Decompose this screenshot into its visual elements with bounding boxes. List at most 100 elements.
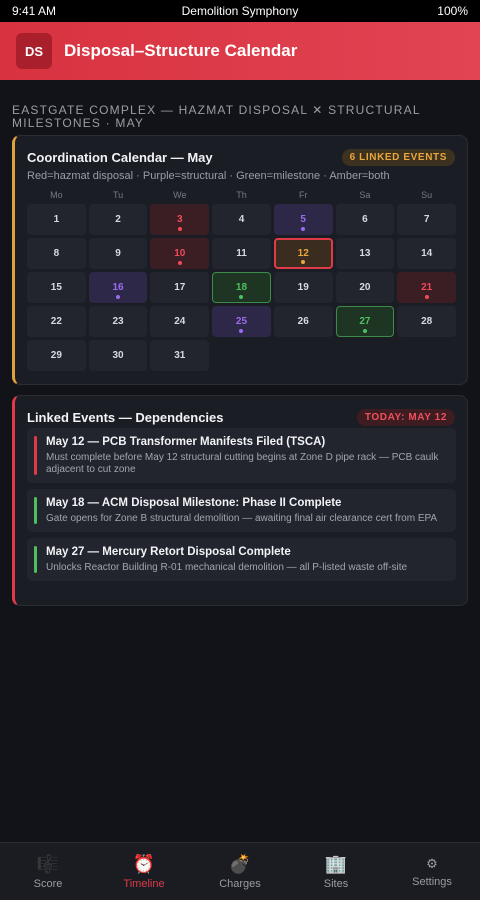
- calendar-day-30[interactable]: 30: [88, 340, 148, 371]
- calendar-day-20[interactable]: 20: [335, 272, 395, 303]
- calendar-day-23[interactable]: 23: [88, 306, 148, 337]
- day-number: 22: [50, 316, 62, 327]
- milestone-marker-dot: [362, 329, 367, 333]
- tab-label: Timeline: [123, 878, 165, 890]
- event-item[interactable]: May 12 — PCB Transformer Manifests Filed…: [27, 428, 456, 483]
- calendar-day-12[interactable]: 12: [273, 238, 333, 269]
- day-number: 13: [359, 248, 371, 259]
- tab-label: Settings: [412, 875, 452, 888]
- event-color-bar: [34, 497, 37, 524]
- calendar-day-7[interactable]: 7: [397, 204, 456, 235]
- day-number: 14: [421, 248, 433, 259]
- event-description: Must complete before May 12 structural c…: [46, 452, 439, 475]
- calendar-day-26[interactable]: 26: [273, 306, 333, 337]
- calendar-day-10[interactable]: 10: [150, 238, 210, 269]
- event-title: May 18 — ACM Disposal Milestone: Phase I…: [46, 497, 342, 509]
- calendar-day-24[interactable]: 24: [150, 306, 210, 337]
- day-number: 11: [236, 248, 247, 259]
- calendar-day-19[interactable]: 19: [273, 272, 333, 303]
- calendar-day-15[interactable]: 15: [27, 272, 86, 303]
- day-number: 29: [50, 350, 62, 361]
- calendar-day-22[interactable]: 22: [27, 306, 86, 337]
- both-marker-dot: [301, 260, 306, 264]
- calendar-day-13[interactable]: 13: [335, 238, 395, 269]
- building-icon: 🏢: [324, 854, 348, 874]
- linked-events-badge: 6 LINKED EVENTS: [341, 148, 455, 166]
- weekday-label: Fr: [298, 190, 308, 200]
- calendar-day-5[interactable]: 5: [273, 204, 333, 235]
- calendar-grid: 1 2 3 4 5 6 7 8 9 10 11 12 13 14 15 16 17 18 19 20 21 22 23 24 2…: [27, 204, 456, 371]
- day-number: 9: [115, 248, 121, 259]
- calendar-day-11[interactable]: 11: [212, 238, 271, 269]
- calendar-day-28[interactable]: 28: [397, 306, 456, 337]
- weekday-label: Su: [421, 190, 433, 200]
- calendar-day-3[interactable]: 3: [150, 204, 210, 235]
- today-badge: TODAY: MAY 12: [356, 408, 455, 426]
- calendar-day-29[interactable]: 29: [27, 340, 86, 371]
- event-item[interactable]: May 27 — Mercury Retort Disposal Complet…: [27, 538, 456, 581]
- tab-bar: 🎼 Score ⏰ Timeline 💣 Charges 🏢 Sites ⚙ Settings: [0, 842, 480, 900]
- tab-score[interactable]: 🎼 Score: [0, 843, 96, 900]
- day-number: 1: [53, 214, 60, 225]
- day-number: 18: [235, 282, 248, 293]
- calendar-legend: Red=hazmat disposal · Purple=structural …: [27, 170, 390, 182]
- calendar-day-2[interactable]: 2: [88, 204, 148, 235]
- day-number: 16: [112, 282, 124, 293]
- event-description: Gate opens for Zone B structural demolit…: [46, 513, 438, 524]
- events-title: Linked Events — Dependencies: [27, 409, 224, 425]
- calendar-day-8[interactable]: 8: [27, 238, 86, 269]
- tab-label: Charges: [219, 878, 261, 890]
- tab-settings[interactable]: ⚙ Settings: [384, 843, 480, 900]
- calendar-day-6[interactable]: 6: [335, 204, 395, 235]
- day-number: 28: [421, 316, 433, 327]
- calendar-day-27[interactable]: 27: [335, 306, 395, 337]
- day-number: 10: [174, 248, 186, 259]
- calendar-title: Coordination Calendar — May: [27, 149, 213, 165]
- structural-marker-dot: [116, 295, 121, 299]
- page-title: Disposal–Structure Calendar: [64, 41, 298, 60]
- event-description: Unlocks Reactor Building R-01 mechanical…: [46, 562, 408, 573]
- day-number: 19: [297, 282, 309, 293]
- day-number: 7: [423, 214, 430, 225]
- tab-charges[interactable]: 💣 Charges: [192, 843, 288, 900]
- structural-marker-dot: [239, 329, 244, 333]
- weekday-label: Th: [236, 190, 247, 200]
- calendar-day-9[interactable]: 9: [88, 238, 148, 269]
- tab-timeline[interactable]: ⏰ Timeline: [96, 843, 192, 900]
- calendar-day-4[interactable]: 4: [212, 204, 271, 235]
- day-number: 15: [50, 282, 62, 293]
- calendar-day-18[interactable]: 18: [212, 272, 271, 303]
- day-number: 8: [53, 248, 60, 259]
- status-battery: 100%: [437, 4, 468, 18]
- milestone-marker-dot: [239, 295, 244, 299]
- day-number: 27: [359, 316, 371, 327]
- section-caption: EASTGATE COMPLEX — HAZMAT DISPOSAL ✕ STR…: [12, 103, 421, 130]
- calendar-card: Coordination Calendar — May 6 LINKED EVE…: [12, 135, 468, 385]
- event-title: May 27 — Mercury Retort Disposal Complet…: [46, 546, 291, 558]
- day-number: 26: [297, 316, 309, 327]
- calendar-day-25[interactable]: 25: [212, 306, 271, 337]
- event-item[interactable]: May 18 — ACM Disposal Milestone: Phase I…: [27, 489, 456, 532]
- tab-sites[interactable]: 🏢 Sites: [288, 843, 384, 900]
- calendar-card-header: Coordination Calendar — May 6 LINKED EVE…: [27, 148, 455, 166]
- bomb-icon: 💣: [228, 854, 252, 874]
- calendar-day-16[interactable]: 16: [88, 272, 148, 303]
- day-number: 5: [300, 214, 306, 225]
- status-carrier: Demolition Symphony: [181, 4, 299, 18]
- day-number: 12: [297, 248, 309, 259]
- day-number: 31: [174, 350, 186, 361]
- day-number: 4: [238, 214, 245, 225]
- calendar-day-14[interactable]: 14: [397, 238, 456, 269]
- day-number: 24: [174, 316, 186, 327]
- day-number: 21: [421, 282, 433, 293]
- tab-label: Sites: [323, 878, 349, 890]
- calendar-day-17[interactable]: 17: [150, 272, 210, 303]
- weekday-label: Mo: [50, 190, 63, 200]
- hazmat-marker-dot: [177, 261, 182, 265]
- avatar[interactable]: DS: [16, 33, 52, 69]
- calendar-day-31[interactable]: 31: [150, 340, 210, 371]
- app-header: DS Disposal–Structure Calendar: [0, 22, 480, 80]
- calendar-day-1[interactable]: 1: [27, 204, 86, 235]
- calendar-day-21[interactable]: 21: [397, 272, 456, 303]
- structural-marker-dot: [301, 227, 306, 231]
